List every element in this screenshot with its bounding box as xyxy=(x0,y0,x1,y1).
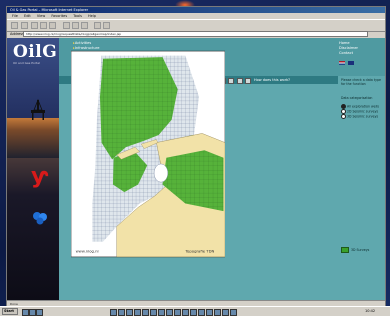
menu-tools[interactable]: Tools xyxy=(73,14,82,18)
refresh-icon[interactable] xyxy=(40,22,47,29)
photo-frame: Oil & Gas Portal – Microsoft Internet Ex… xyxy=(0,0,390,316)
map-canvas[interactable]: www.nlog.nl Topografie TDN xyxy=(71,50,225,258)
option-label: All exploration wells xyxy=(347,104,379,109)
radio-icon[interactable] xyxy=(341,114,346,119)
utility-links: Home Disclaimer Contact xyxy=(339,41,358,56)
map-legend: 3D Surveys xyxy=(341,247,369,253)
menu-view[interactable]: View xyxy=(37,14,45,18)
forward-icon[interactable] xyxy=(21,22,28,29)
option-label: 2D Seismic surveys xyxy=(347,109,379,114)
map-credit: www.nlog.nl xyxy=(76,248,99,253)
print-map-icon[interactable] xyxy=(244,78,251,84)
info-icon[interactable] xyxy=(228,78,235,84)
side-heading: Data categorisation xyxy=(341,96,373,100)
blue-molecule-icon xyxy=(33,212,47,225)
menu-favorites[interactable]: Favorites xyxy=(51,14,67,18)
address-bar: Address http://www.nlog.nl/nlog/requestD… xyxy=(7,30,385,38)
option-label: 3D Seismic surveys xyxy=(347,114,379,119)
menu-file[interactable]: File xyxy=(12,14,18,18)
oil-rig-icon xyxy=(31,98,45,120)
address-input[interactable]: http://www.nlog.nl/nlog/requestData/nlog… xyxy=(23,31,368,37)
history-icon[interactable] xyxy=(81,22,88,29)
side-panel: Please check a data type for the functio… xyxy=(338,76,385,300)
mail-icon[interactable] xyxy=(94,22,101,29)
site-subtitle: Oil and Gas Portal xyxy=(13,61,40,65)
back-icon[interactable] xyxy=(11,22,18,29)
print-icon[interactable] xyxy=(103,22,110,29)
browser-window: Oil & Gas Portal – Microsoft Internet Ex… xyxy=(6,6,386,308)
address-label: Address xyxy=(10,32,24,36)
home-icon[interactable] xyxy=(49,22,56,29)
stop-icon[interactable] xyxy=(31,22,38,29)
contact-link[interactable]: Contact xyxy=(339,51,358,56)
map-scale: Topografie TDN xyxy=(184,248,214,253)
site-logo[interactable]: OilG xyxy=(13,42,57,62)
page-viewport: OilG Oil and Gas Portal ƴ ▸ Activities ▸… xyxy=(7,38,385,300)
help-link[interactable]: How does this work? xyxy=(254,76,290,84)
dutch-flag-icon[interactable] xyxy=(339,61,345,65)
legend-label: 3D Surveys xyxy=(351,248,370,252)
english-flag-icon[interactable] xyxy=(348,61,355,65)
side-intro: Please check a data type for the functio… xyxy=(341,78,381,86)
full-extent-icon[interactable] xyxy=(236,78,243,84)
menu-edit[interactable]: Edit xyxy=(24,14,31,18)
left-photo-panel: OilG Oil and Gas Portal ƴ xyxy=(7,38,59,300)
start-button[interactable]: Start xyxy=(2,308,18,315)
favorites-icon[interactable] xyxy=(72,22,79,29)
legend-swatch-green xyxy=(341,247,349,253)
sunset-sea-image xyxy=(7,118,59,158)
language-flags xyxy=(339,61,367,65)
taskbar-clock: 10:42 xyxy=(365,309,376,313)
option-3d-seismic[interactable]: 3D Seismic surveys xyxy=(341,114,378,119)
search-icon[interactable] xyxy=(63,22,70,29)
red-flame-icon: ƴ xyxy=(31,164,49,189)
menu-help[interactable]: Help xyxy=(88,14,96,18)
